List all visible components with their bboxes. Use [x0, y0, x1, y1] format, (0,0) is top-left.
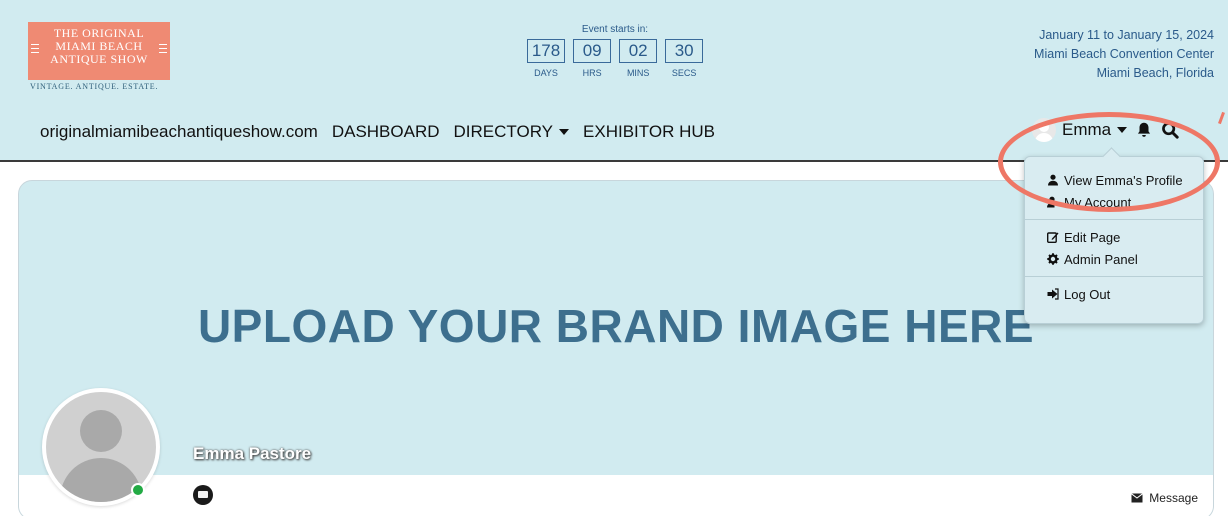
- chevron-down-icon: [559, 129, 570, 135]
- logo-line-3: ANTIQUE SHOW: [50, 52, 148, 66]
- menu-log-out-label: Log Out: [1064, 286, 1111, 302]
- logo-tagline: VINTAGE. ANTIQUE. ESTATE.: [30, 82, 159, 91]
- gear-icon: [1047, 253, 1059, 265]
- envelope-icon: [1131, 493, 1144, 503]
- bell-icon[interactable]: [1135, 121, 1153, 139]
- user-menu: Emma: [1032, 118, 1179, 142]
- menu-divider: [1025, 219, 1203, 220]
- menu-my-account[interactable]: My Account: [1025, 191, 1203, 213]
- countdown-days-value: 178: [526, 39, 566, 63]
- countdown-seconds-label: SECS: [671, 68, 697, 78]
- logo-ornament-left: [31, 44, 39, 53]
- nav-exhibitor-hub[interactable]: EXHIBITOR HUB: [583, 122, 715, 142]
- menu-edit-page[interactable]: Edit Page: [1025, 226, 1203, 248]
- menu-divider: [1025, 276, 1203, 277]
- countdown-days-label: DAYS: [534, 68, 558, 78]
- menu-edit-page-label: Edit Page: [1064, 229, 1121, 245]
- countdown-seconds-value: 30: [665, 39, 704, 63]
- main-nav: originalmiamibeachantiqueshow.com DASHBO…: [40, 122, 715, 142]
- event-countdown: Event starts in: 178 DAYS 09 HRS 02 MINS…: [520, 24, 710, 78]
- event-venue: Miami Beach Convention Center: [1034, 47, 1214, 61]
- user-name: Emma: [1062, 120, 1112, 139]
- countdown-hours-label: HRS: [582, 68, 602, 78]
- logo-ornament-right: [159, 44, 167, 53]
- countdown-hours: 09 HRS: [573, 39, 612, 78]
- user-cog-icon: [1047, 196, 1055, 208]
- menu-admin-panel[interactable]: Admin Panel: [1025, 248, 1203, 270]
- user-dropdown-menu: View Emma's Profile My Account Edit Page…: [1024, 156, 1204, 324]
- countdown-hours-value: 09: [573, 39, 612, 63]
- nav-dashboard[interactable]: DASHBOARD: [332, 122, 440, 142]
- profile-full-name: Emma Pastore: [193, 444, 312, 463]
- sign-out-icon: [1047, 288, 1059, 300]
- nav-directory-label: DIRECTORY: [453, 122, 554, 141]
- member-type-icon[interactable]: [193, 485, 213, 505]
- user-menu-toggle[interactable]: Emma: [1032, 118, 1128, 142]
- site-header: THE ORIGINAL MIAMI BEACH ANTIQUE SHOW VI…: [0, 0, 1228, 162]
- event-info: January 11 to January 15, 2024 Miami Bea…: [1034, 26, 1214, 83]
- search-icon[interactable]: [1161, 121, 1179, 139]
- event-city: Miami Beach, Florida: [1096, 66, 1214, 80]
- countdown-minutes-label: MINS: [626, 68, 650, 78]
- countdown-minutes: 02 MINS: [619, 39, 658, 78]
- nav-site-link[interactable]: originalmiamibeachantiqueshow.com: [40, 122, 318, 142]
- menu-view-profile-label: View Emma's Profile: [1064, 172, 1183, 188]
- caret-down-icon: [1117, 127, 1128, 133]
- online-status-dot: [131, 483, 145, 497]
- site-logo[interactable]: THE ORIGINAL MIAMI BEACH ANTIQUE SHOW: [28, 22, 170, 80]
- message-label: Message: [1149, 491, 1198, 505]
- user-icon: [1048, 174, 1058, 186]
- event-dates: January 11 to January 15, 2024: [1039, 28, 1214, 42]
- countdown-seconds: 30 SECS: [665, 39, 704, 78]
- menu-view-profile[interactable]: View Emma's Profile: [1025, 169, 1203, 191]
- menu-log-out[interactable]: Log Out: [1025, 283, 1203, 305]
- edit-icon: [1047, 232, 1059, 243]
- menu-admin-panel-label: Admin Panel: [1064, 251, 1138, 267]
- countdown-days: 178 DAYS: [526, 39, 566, 78]
- countdown-label: Event starts in:: [581, 24, 649, 35]
- countdown-minutes-value: 02: [619, 39, 658, 63]
- menu-my-account-label: My Account: [1064, 194, 1132, 210]
- countdown-boxes: 178 DAYS 09 HRS 02 MINS 30 SECS: [520, 39, 710, 78]
- nav-directory[interactable]: DIRECTORY: [454, 122, 570, 142]
- avatar: [1032, 118, 1056, 142]
- message-button[interactable]: Message: [1131, 491, 1198, 505]
